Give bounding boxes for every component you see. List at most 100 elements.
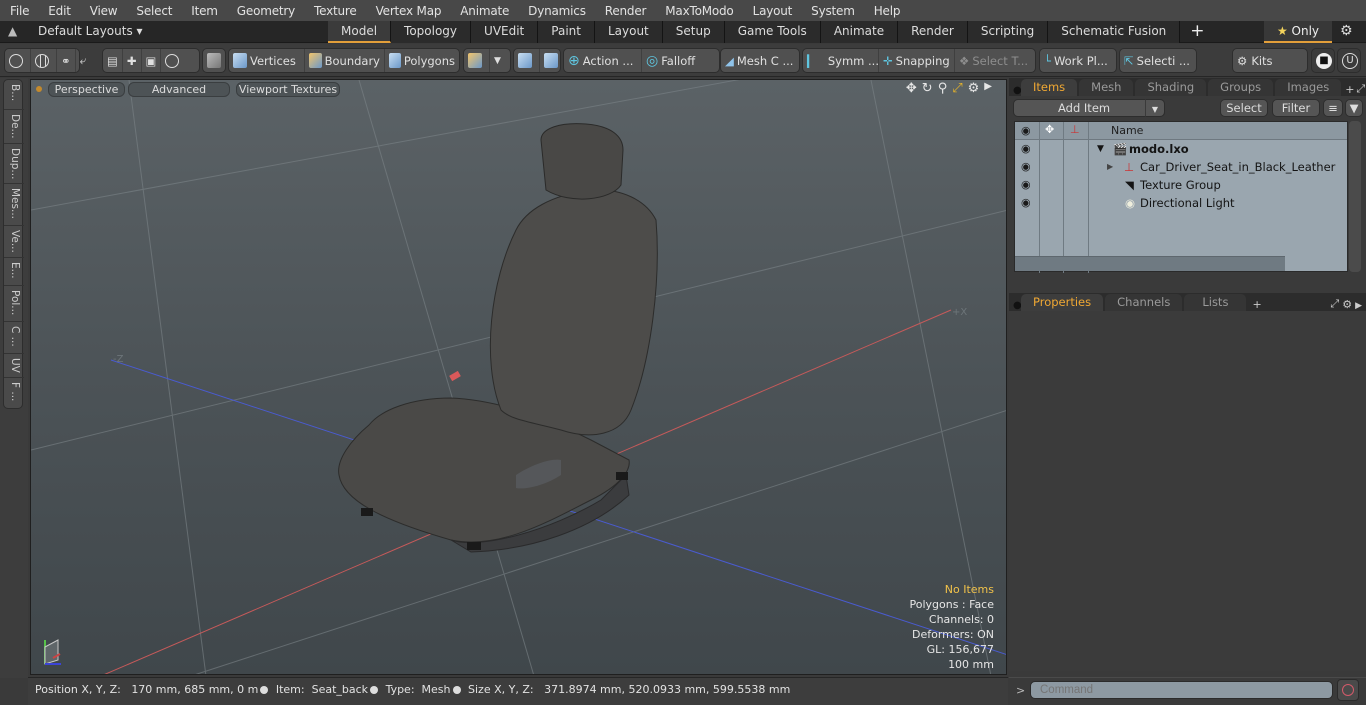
collapse-arrow-icon[interactable]: ▲ (8, 24, 17, 38)
visibility-eye-icon[interactable]: ◉ (1021, 176, 1031, 194)
zoom-icon[interactable]: ⚲ (938, 81, 948, 96)
menu-animate[interactable]: Animate (450, 4, 518, 18)
tab-model[interactable]: Model (328, 21, 392, 43)
menu-geometry[interactable]: Geometry (227, 4, 304, 18)
visibility-eye-icon[interactable]: ◉ (1021, 194, 1031, 212)
record-macro-button[interactable] (1337, 679, 1359, 701)
menu-item[interactable]: Item (181, 4, 227, 18)
select-button[interactable]: Select (1220, 99, 1268, 117)
tab-render[interactable]: Render (898, 21, 968, 43)
pen-button[interactable]: ⚭ (57, 49, 76, 72)
menu-edit[interactable]: Edit (38, 4, 79, 18)
select-through-button[interactable]: ❖ Select T... (955, 49, 1033, 72)
tab-shading[interactable]: Shading (1135, 79, 1207, 96)
vertices-button[interactable]: Vertices (229, 49, 305, 72)
align-button[interactable]: ▤ (103, 49, 123, 72)
only-button[interactable]: ★ Only (1264, 21, 1332, 43)
tab-animate[interactable]: Animate (820, 21, 899, 43)
viewport-indicator-dot[interactable] (36, 86, 42, 92)
vertical-scrollbar[interactable] (1349, 121, 1361, 272)
maximize-icon[interactable]: ⤢ (952, 81, 962, 96)
globe-button[interactable] (31, 49, 57, 72)
tree-row-scene[interactable]: ◉ ▼ 🎬 modo.lxo (1015, 140, 1347, 158)
vtab-mesh-edit[interactable]: Mes... (4, 184, 24, 226)
tab-groups[interactable]: Groups (1208, 79, 1274, 96)
add-item-dropdown[interactable]: ▼ (1145, 99, 1165, 117)
tab-items[interactable]: Items (1021, 79, 1078, 96)
add-tab-button[interactable]: + (1180, 21, 1214, 43)
tab-mesh[interactable]: Mesh ... (1079, 79, 1134, 111)
expand-triangle-icon[interactable]: ▼ (1097, 140, 1104, 158)
tab-images[interactable]: Images (1275, 79, 1342, 96)
menu-texture[interactable]: Texture (304, 4, 366, 18)
tree-row-mesh[interactable]: ◉ ▶ ⊥ Car_Driver_Seat_in_Black_Leather (1015, 158, 1347, 176)
circle-select-button[interactable] (5, 49, 31, 72)
menu-system[interactable]: System (801, 4, 864, 18)
tab-game-tools[interactable]: Game Tools (724, 21, 821, 43)
perspective-button[interactable]: Perspective (48, 82, 125, 97)
viewport-menu-arrow-icon[interactable]: ▶ (984, 81, 992, 96)
center-button[interactable] (540, 49, 565, 72)
vtab-edge[interactable]: E... (4, 258, 24, 286)
vtab-curve[interactable]: C ... (4, 322, 24, 354)
menu-vertex-map[interactable]: Vertex Map (366, 4, 451, 18)
default-layouts-dropdown[interactable]: Default Layouts ▾ (38, 24, 143, 38)
list-options-button[interactable]: ≡ (1323, 99, 1343, 117)
panel-arrow-icon[interactable]: ▶ (1355, 301, 1362, 311)
boundary-button[interactable]: Boundary (305, 49, 385, 72)
visibility-eye-icon[interactable]: ◉ (1021, 158, 1031, 176)
gear-icon[interactable]: ⚙ (1340, 23, 1353, 39)
menu-layout[interactable]: Layout (743, 4, 802, 18)
rotate-view-icon[interactable]: ↻ (922, 81, 933, 96)
tree-row-texture-group[interactable]: ◉ ◥ Texture Group (1015, 176, 1347, 194)
tab-layout[interactable]: Layout (594, 21, 663, 43)
vtab-polygon[interactable]: Pol... (4, 286, 24, 322)
panel-gear-icon[interactable]: ⚙ (1342, 298, 1352, 311)
tab-uvedit[interactable]: UVEdit (471, 21, 539, 43)
vtab-uv[interactable]: UV (4, 354, 24, 378)
tab-lists[interactable]: Lists (1184, 294, 1247, 311)
action-center-button[interactable]: ⊕ Action ... (564, 49, 642, 72)
symmetry-button[interactable]: ▎ Symm ... (803, 49, 879, 72)
expand-icon[interactable]: ⤢ (1356, 82, 1365, 96)
3d-viewport[interactable]: -Z +X Perspective Advanced Viewport Text… (30, 79, 1007, 675)
move-button[interactable]: ✚ (123, 49, 142, 72)
menu-view[interactable]: View (80, 4, 127, 18)
tab-paint[interactable]: Paint (538, 21, 595, 43)
viewport-gear-icon[interactable]: ⚙ (968, 81, 980, 96)
name-column-header[interactable]: Name (1111, 124, 1143, 137)
unreal-kit-button[interactable]: U (1338, 49, 1362, 72)
material-dropdown[interactable]: ▼ (490, 49, 505, 72)
add-item-button[interactable]: Add Item (1013, 99, 1165, 117)
selection-sets-button[interactable]: ⇱ Selecti ... (1120, 49, 1196, 72)
material-mode-button[interactable] (464, 49, 490, 72)
vtab-deform[interactable]: De... (4, 110, 24, 144)
funnel-filter-button[interactable]: ▼ (1345, 99, 1363, 117)
pivot-button[interactable] (514, 49, 540, 72)
viewport-textures-button[interactable]: Viewport Textures (236, 82, 340, 97)
menu-maxtomodo[interactable]: MaxToModo (655, 4, 742, 18)
kits-button[interactable]: ⚙ Kits (1233, 49, 1307, 72)
menu-help[interactable]: Help (864, 4, 910, 18)
tab-topology[interactable]: Topology (391, 21, 472, 43)
tab-properties[interactable]: Properties (1021, 294, 1104, 311)
vtab-basic[interactable]: B... (4, 80, 24, 110)
tab-schematic-fusion[interactable]: Schematic Fusion (1048, 21, 1181, 43)
vtab-fusion[interactable]: F ... (4, 378, 24, 409)
item-mode-button[interactable] (203, 49, 228, 72)
menu-render[interactable]: Render (595, 4, 656, 18)
horizontal-scrollbar[interactable] (1015, 256, 1285, 271)
add-properties-tab-button[interactable]: + (1252, 298, 1261, 311)
snapping-button[interactable]: ✛ Snapping (879, 49, 955, 72)
rotate-button[interactable] (161, 49, 186, 72)
vtab-duplicate[interactable]: Dup... (4, 144, 24, 184)
lasso-button[interactable]: ⤶ (76, 49, 90, 72)
polygons-button[interactable]: Polygons (385, 49, 459, 72)
tree-row-light[interactable]: ◉ ◉ Directional Light (1015, 194, 1347, 212)
menu-select[interactable]: Select (126, 4, 181, 18)
tab-channels[interactable]: Channels (1105, 294, 1183, 311)
vtab-vertex[interactable]: Ve... (4, 226, 24, 258)
scale-button[interactable]: ▣ (142, 49, 162, 72)
expand-triangle-icon[interactable]: ▶ (1107, 158, 1113, 176)
falloff-button[interactable]: ◎ Falloff (642, 49, 718, 72)
